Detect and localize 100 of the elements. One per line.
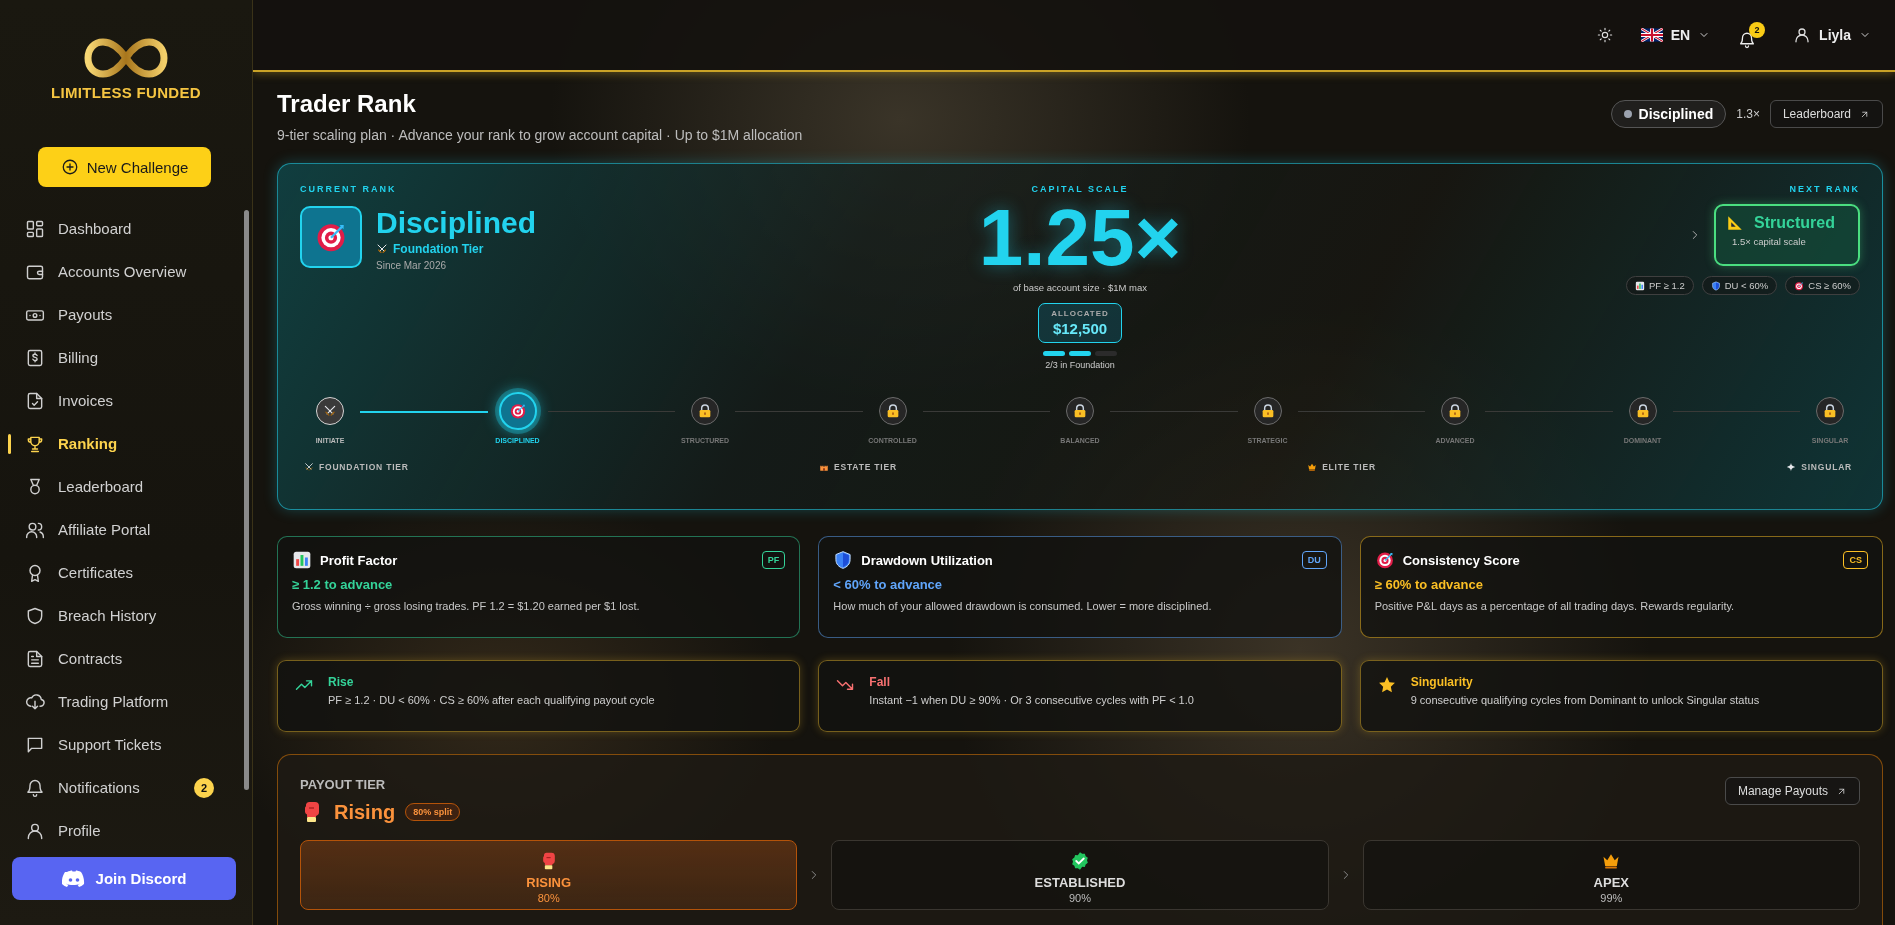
metric-description: Positive P&L days as a percentage of all trading days. Rewards regularity.	[1374, 600, 1736, 612]
user-menu[interactable]: Liyla	[1793, 26, 1871, 44]
metric-description: How much of your allowed drawdown is consumed. Lower = more disciplined.	[833, 600, 1213, 612]
shield-icon	[25, 605, 45, 626]
tier-name: Foundation Tier	[393, 242, 484, 256]
sidebar-item[interactable]: Profile	[0, 809, 252, 852]
section-label: NEXT RANK	[1789, 184, 1860, 194]
tier-label: ESTATE TIER	[834, 462, 897, 472]
check-badge-icon	[1070, 851, 1090, 871]
scrollbar[interactable]	[244, 210, 249, 790]
sparkle-icon	[1786, 462, 1797, 472]
rule-text: 9 consecutive qualifying cycles from Dominant to unlock Singular status	[1410, 694, 1760, 706]
payout-tier-card[interactable]: ESTABLISHED 90%	[831, 840, 1329, 910]
multiplier-text: 1.3×	[1736, 107, 1760, 121]
section-label: CURRENT RANK	[300, 184, 398, 194]
theme-toggle[interactable]	[1596, 27, 1613, 43]
rule-title: Rise	[328, 675, 355, 689]
crossed-swords-icon	[323, 404, 337, 418]
section-label: PAYOUT TIER	[300, 777, 387, 792]
join-discord-button[interactable]: Join Discord	[12, 857, 236, 900]
metric-title: Drawdown Utilization	[861, 552, 993, 568]
language-selector[interactable]: EN	[1640, 27, 1711, 43]
dollar-document-icon	[25, 347, 45, 368]
metric-tag: DU	[1301, 551, 1327, 569]
sidebar-item[interactable]: Billing	[0, 336, 252, 379]
payout-tier-card[interactable]: APEX 99%	[1362, 840, 1860, 910]
shield-icon	[1710, 280, 1721, 291]
requirement-chip: CS ≥ 60%	[1785, 276, 1860, 295]
sun-icon	[1596, 27, 1613, 43]
sidebar-item[interactable]: Accounts Overview	[0, 250, 252, 293]
metric-description: Gross winning ÷ gross losing trades. PF 1.2 = $1.20 earned per $1 lost.	[292, 600, 641, 612]
page-title: Trader Rank	[277, 90, 417, 118]
sidebar-item[interactable]: Certificates	[0, 551, 252, 594]
manage-payouts-button[interactable]: Manage Payouts	[1724, 777, 1860, 805]
sidebar-item[interactable]: Notifications 2	[0, 766, 252, 809]
payout-tier-name: Rising	[334, 800, 396, 824]
bar-chart-icon	[292, 550, 312, 570]
padlock-icon	[1072, 403, 1088, 419]
metric-title: Consistency Score	[1402, 552, 1520, 568]
game-controller-icon	[61, 869, 86, 888]
sidebar-item[interactable]: Dashboard	[0, 207, 252, 250]
crossed-swords-icon	[376, 243, 388, 255]
sidebar-item[interactable]: Trading Platform	[0, 680, 252, 723]
metric-tag: CS	[1843, 551, 1868, 569]
sidebar-item[interactable]: Leaderboard	[0, 465, 252, 508]
new-challenge-button[interactable]: New Challenge	[38, 147, 211, 187]
notifications-button[interactable]: 2	[1738, 21, 1766, 49]
since-date: Since Mar 2026	[376, 260, 448, 271]
sidebar-item[interactable]: Ranking	[0, 422, 252, 465]
metric-target: ≥ 1.2 to advance	[292, 577, 394, 592]
plus-circle-icon	[60, 158, 79, 176]
page-subtitle: 9-tier scaling plan · Advance your rank to grow account capital · Up to $1M allocation	[277, 127, 803, 143]
shield-icon	[833, 550, 854, 570]
allocated-box: ALLOCATED $12,500	[1038, 303, 1122, 343]
bar-chart-icon	[1634, 280, 1645, 291]
target-icon	[1374, 550, 1395, 570]
flag-icon	[1640, 28, 1663, 42]
sidebar-item[interactable]: Contracts	[0, 637, 252, 680]
user-icon	[1793, 26, 1812, 44]
tier-label: ELITE TIER	[1322, 462, 1376, 472]
padlock-icon	[1822, 403, 1838, 419]
rule-text: PF ≥ 1.2 · DU < 60% · CS ≥ 60% after each qualifying payout cycle	[328, 694, 655, 706]
document-icon	[25, 648, 45, 669]
bell-icon	[25, 777, 45, 798]
metric-target: < 60% to advance	[833, 577, 944, 592]
sidebar-item[interactable]: Invoices	[0, 379, 252, 422]
scale-note: of base account size · $1M max	[1012, 282, 1148, 293]
rule-title: Singularity	[1410, 675, 1474, 689]
tier-label: FOUNDATION TIER	[319, 462, 409, 472]
crossed-swords-icon	[304, 462, 314, 472]
payout-tier-card[interactable]: RISING 80%	[300, 840, 798, 910]
infinity-logo-icon	[84, 36, 168, 80]
next-rank-card: Structured 1.5× capital scale	[1714, 204, 1860, 266]
rank-pill: Disciplined	[1610, 100, 1727, 128]
current-rank-name: Disciplined	[376, 206, 537, 240]
padlock-icon	[1447, 403, 1463, 419]
sidebar-item[interactable]: Breach History	[0, 594, 252, 637]
progress-text: 2/3 in Foundation	[1045, 360, 1115, 370]
padlock-icon	[697, 403, 713, 419]
metric-title: Profit Factor	[320, 552, 398, 568]
rule-text: Instant −1 when DU ≥ 90% · Or 3 consecutive cycles with PF < 1.0	[869, 694, 1194, 706]
sidebar-item[interactable]: Payouts	[0, 293, 252, 336]
metric-target: ≥ 60% to advance	[1374, 577, 1484, 592]
sidebar-item[interactable]: Support Tickets	[0, 723, 252, 766]
requirement-chip: DU < 60%	[1701, 276, 1778, 295]
target-icon	[1794, 280, 1805, 291]
requirement-chip: PF ≥ 1.2	[1625, 276, 1694, 295]
split-badge: 80% split	[405, 803, 461, 821]
leaderboard-button[interactable]: Leaderboard	[1769, 100, 1883, 128]
capital-scale-value: 1.25×	[978, 198, 1182, 278]
crown-icon	[1307, 462, 1318, 472]
check-document-icon	[25, 390, 45, 411]
metric-tag: PF	[761, 551, 786, 569]
notification-badge: 2	[194, 777, 214, 798]
triangle-ruler-icon	[1726, 214, 1744, 232]
grid-icon	[25, 218, 45, 239]
sidebar-item[interactable]: Affiliate Portal	[0, 508, 252, 551]
brand-name: LIMITLESS FUNDED	[51, 84, 201, 101]
cloud-download-icon	[25, 691, 45, 712]
rule-title: Fall	[869, 675, 891, 689]
